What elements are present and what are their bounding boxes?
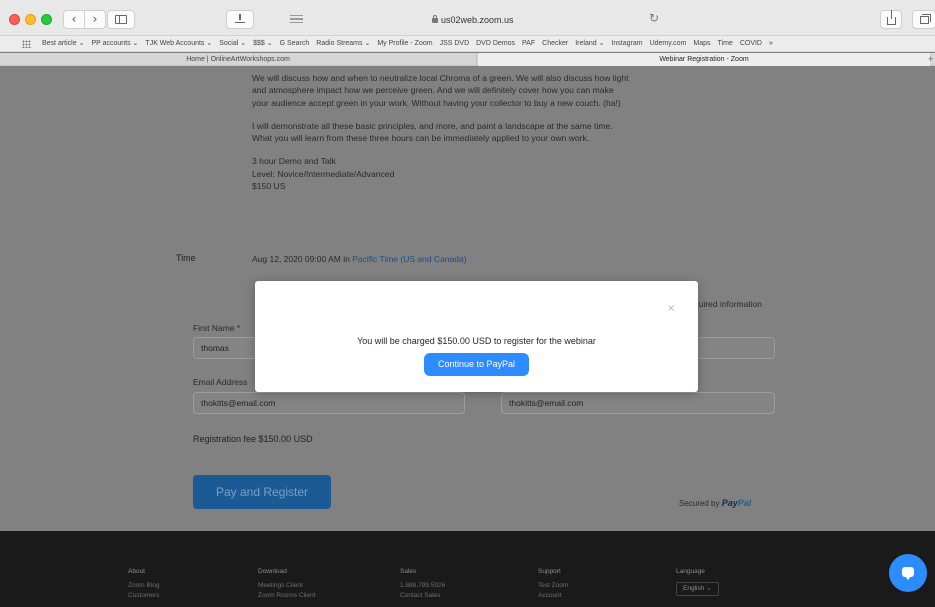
description-paragraph: We will discuss how and when to neutrali… [252, 73, 629, 108]
bookmark-item[interactable]: TJK Web Accounts ⌄ [145, 40, 212, 47]
browser-toolbar: ‹ › us02web.zoom.us ↻ [0, 0, 935, 36]
paypal-logo: PayPal [721, 498, 752, 508]
footer-link[interactable]: 1.888.799.5926 [400, 581, 445, 591]
footer-column-download: Download Meetings Client Zoom Rooms Clie… [258, 567, 315, 601]
address-text: us02web.zoom.us [441, 15, 514, 25]
footer-link[interactable]: Zoom Blog [128, 581, 159, 591]
lock-icon [432, 15, 438, 23]
bookmark-item[interactable]: G Search [280, 40, 310, 47]
time-text: Aug 12, 2020 09:00 AM in [252, 254, 350, 264]
detail-line: 3 hour Demo and Talk [252, 156, 336, 167]
email-label: Email Address [193, 377, 248, 387]
secured-by-paypal: Secured by PayPal [679, 498, 751, 508]
zoom-window-button[interactable] [41, 14, 52, 25]
tab-overview-button[interactable] [912, 10, 935, 29]
tab-home[interactable]: Home | OnlineArtWorkshops.com [0, 53, 477, 66]
time-value: Aug 12, 2020 09:00 AM in Pacific Time (U… [252, 254, 467, 264]
bookmark-item[interactable]: Ireland ⌄ [575, 40, 604, 47]
pay-and-register-button[interactable]: Pay and Register [193, 475, 331, 509]
address-bar[interactable]: us02web.zoom.us [432, 15, 514, 25]
webinar-description: We will discuss how and when to neutrali… [252, 72, 630, 192]
detail-line: Level: Novice/Intermediate/Advanced [252, 168, 395, 179]
bookmark-item[interactable]: Udemy.com [650, 40, 687, 47]
bookmark-item[interactable]: PP accounts ⌄ [91, 40, 138, 47]
bookmarks-list: Best article ⌄ PP accounts ⌄ TJK Web Accou… [42, 39, 780, 47]
registration-fee: Registration fee $150.00 USD [193, 434, 313, 444]
continue-to-paypal-button[interactable]: Continue to PayPal [424, 353, 529, 376]
footer-link[interactable]: Zoom Rooms Client [258, 591, 315, 601]
description-paragraph: I will demonstrate all these basic princ… [252, 120, 613, 144]
bookmarks-bar: Best article ⌄ PP accounts ⌄ TJK Web Accou… [0, 36, 935, 52]
bookmark-item[interactable]: DVD Demos [476, 40, 515, 47]
close-icon[interactable]: × [667, 303, 675, 314]
chat-button[interactable] [889, 554, 927, 592]
grid-icon[interactable] [22, 40, 31, 48]
timezone-link[interactable]: Pacific Time (US and Canada) [352, 254, 466, 264]
footer-link[interactable]: Account [538, 591, 568, 601]
footer-heading: Support [538, 568, 561, 575]
tab-bar: Home | OnlineArtWorkshops.com Webinar Re… [0, 53, 935, 66]
download-icon [235, 14, 245, 23]
forward-button[interactable]: › [84, 10, 106, 29]
sidebar-toggle-button[interactable] [107, 10, 135, 29]
bookmark-item[interactable]: COVID [740, 40, 762, 47]
time-label: Time [176, 253, 196, 263]
required-info-note: quired information [694, 299, 763, 309]
charge-message: You will be charged $150.00 USD to regis… [357, 336, 596, 346]
footer-heading: Download [258, 568, 287, 575]
footer-link[interactable]: Meetings Client [258, 581, 315, 591]
tabs-icon [919, 14, 931, 24]
language-selector[interactable]: English ⌄ [676, 582, 719, 596]
reload-icon[interactable]: ↻ [649, 11, 659, 25]
email-field[interactable]: thokitts@email.com [193, 392, 465, 414]
reader-view-icon[interactable] [290, 15, 303, 23]
footer-heading: About [128, 568, 145, 575]
first-name-label: First Name * [193, 323, 241, 333]
sidebar-icon [115, 15, 127, 24]
bookmark-item[interactable]: Checker [542, 40, 568, 47]
site-footer: About Zoom Blog Customers Download Meeti… [0, 531, 935, 607]
chevron-right-icon: › [92, 12, 98, 26]
bookmark-item[interactable]: Time [718, 40, 733, 47]
chevron-left-icon: ‹ [71, 12, 77, 26]
bookmark-item[interactable]: Best article ⌄ [42, 40, 84, 47]
bookmark-item[interactable]: JSS DVD [440, 40, 470, 47]
minimize-window-button[interactable] [25, 14, 36, 25]
share-icon [886, 10, 896, 25]
bookmark-item[interactable]: $$$ ⌄ [253, 40, 273, 47]
confirm-email-field[interactable]: thokitts@email.com [501, 392, 775, 414]
footer-column-language: Language English ⌄ [676, 567, 719, 596]
footer-column-support: Support Test Zoom Account [538, 567, 568, 601]
close-window-button[interactable] [9, 14, 20, 25]
new-tab-icon[interactable]: + [928, 53, 933, 66]
bookmark-item[interactable]: PAF [522, 40, 535, 47]
footer-heading: Language [676, 568, 705, 575]
tab-webinar-registration[interactable]: Webinar Registration - Zoom [478, 53, 930, 66]
footer-heading: Sales [400, 568, 417, 575]
bookmark-item[interactable]: Maps [693, 40, 710, 47]
secured-text: Secured by [679, 499, 720, 508]
detail-line: $150 US [252, 181, 286, 192]
bookmark-item[interactable]: Radio Streams ⌄ [316, 40, 370, 47]
payment-dialog: × You will be charged $150.00 USD to reg… [255, 281, 698, 392]
footer-link[interactable]: Test Zoom [538, 581, 568, 591]
share-button[interactable] [880, 10, 902, 29]
footer-column-sales: Sales 1.888.799.5926 Contact Sales [400, 567, 445, 601]
footer-link[interactable]: Contact Sales [400, 591, 445, 601]
bookmark-item[interactable]: Social ⌄ [219, 40, 246, 47]
footer-column-about: About Zoom Blog Customers [128, 567, 159, 601]
downloads-button[interactable] [226, 10, 254, 29]
bookmark-item[interactable]: Instagram [611, 40, 642, 47]
bookmark-item[interactable]: My Profile - Zoom [377, 40, 432, 47]
back-button[interactable]: ‹ [63, 10, 85, 29]
footer-link[interactable]: Customers [128, 591, 159, 601]
chat-icon [902, 567, 914, 580]
bookmark-item[interactable]: » [769, 40, 773, 47]
